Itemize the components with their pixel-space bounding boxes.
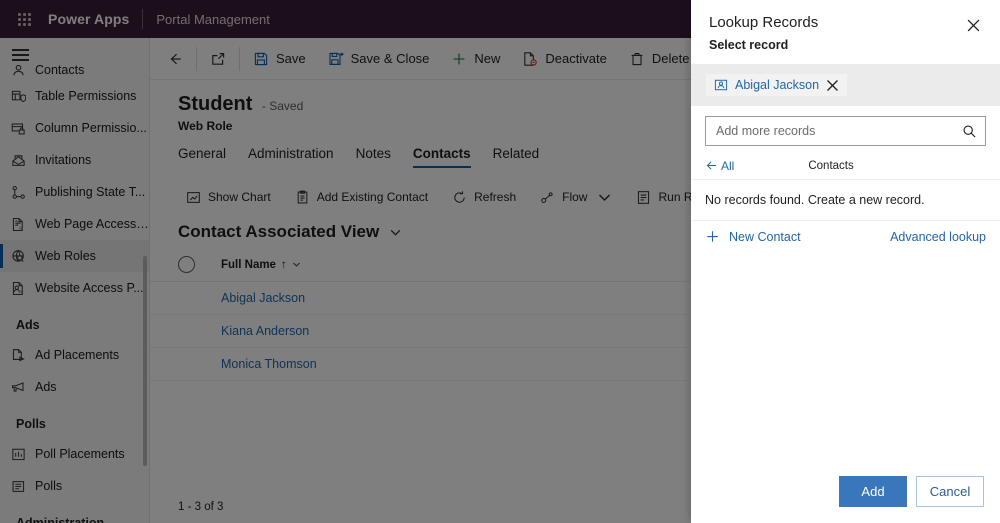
lookup-breadcrumb: All Contacts — [691, 152, 1000, 180]
contact-card-icon — [714, 78, 728, 92]
selected-record-chip[interactable]: Abigal Jackson — [705, 73, 849, 97]
plus-icon — [707, 231, 718, 242]
panel-footer: Add Cancel — [691, 476, 1000, 523]
app-root: Power Apps Portal Management Contacts T — [0, 0, 1000, 523]
lookup-search-box[interactable] — [705, 116, 986, 146]
breadcrumb-current-entity: Contacts — [808, 159, 854, 172]
modal-overlay[interactable] — [0, 0, 691, 523]
chip-label: Abigal Jackson — [735, 78, 820, 92]
search-icon[interactable] — [962, 124, 977, 139]
remove-chip-icon[interactable] — [826, 79, 839, 92]
breadcrumb-back-all[interactable]: All — [705, 159, 734, 173]
close-icon[interactable] — [960, 12, 986, 38]
lookup-actions-row: New Contact Advanced lookup — [691, 221, 1000, 252]
breadcrumb-back-label: All — [721, 158, 735, 173]
lookup-search-wrap — [691, 106, 1000, 146]
cancel-button[interactable]: Cancel — [916, 476, 984, 507]
advanced-lookup-link[interactable]: Advanced lookup — [890, 230, 986, 244]
selected-records-strip: Abigal Jackson — [691, 64, 1000, 106]
panel-title: Lookup Records — [709, 14, 819, 31]
back-arrow-icon — [706, 161, 717, 170]
empty-results-message: No records found. Create a new record. — [691, 180, 1000, 221]
search-input[interactable] — [716, 124, 962, 138]
lookup-records-panel: Lookup Records Select record Abigal Jack… — [691, 0, 1000, 523]
new-contact-label: New Contact — [729, 229, 801, 244]
panel-subtitle: Select record — [709, 38, 789, 52]
add-button[interactable]: Add — [839, 476, 907, 507]
new-contact-button[interactable]: New Contact — [705, 229, 801, 244]
panel-header: Lookup Records Select record — [691, 0, 1000, 52]
